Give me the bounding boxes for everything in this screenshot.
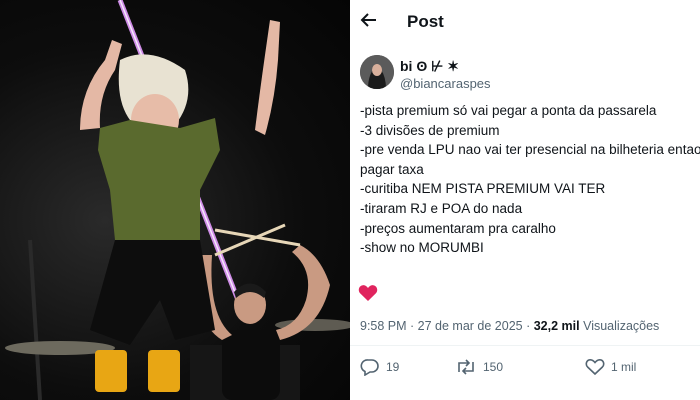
post-date[interactable]: 27 de mar de 2025 bbox=[418, 319, 523, 333]
repost-count: 150 bbox=[483, 360, 504, 374]
like-count: 1 mil bbox=[611, 360, 637, 374]
author-display-name[interactable]: bi ʘ ⊬ ✶ bbox=[400, 58, 459, 75]
like-icon bbox=[585, 358, 605, 376]
separator: · bbox=[406, 319, 418, 333]
post-time[interactable]: 9:58 PM bbox=[360, 319, 407, 333]
views-label: Visualizações bbox=[583, 319, 660, 333]
post-header: Post bbox=[350, 0, 700, 46]
post-line: -curitiba NEM PISTA PREMIUM VAI TER bbox=[360, 181, 606, 197]
repost-button[interactable]: 150 bbox=[455, 358, 503, 376]
post-text: -pista premium só vai pegar a ponta da p… bbox=[360, 101, 700, 258]
mic-stand bbox=[28, 239, 42, 400]
post-metadata: 9:58 PM · 27 de mar de 2025 · 32,2 mil V… bbox=[360, 319, 659, 333]
post-line: -pista premium só vai pegar a ponta da p… bbox=[360, 103, 657, 118]
post-panel: Post bi ʘ ⊬ ✶ @biancaraspes -pista premi… bbox=[350, 0, 700, 400]
views-count: 32,2 mil bbox=[533, 319, 580, 333]
concert-illustration bbox=[5, 0, 350, 400]
repost-icon bbox=[455, 358, 477, 376]
post-line: -pre venda LPU nao vai ter presencial na… bbox=[360, 142, 700, 158]
author-handle[interactable]: @biancaraspes bbox=[400, 76, 491, 91]
avatar[interactable] bbox=[360, 55, 394, 89]
divider bbox=[350, 345, 700, 346]
reply-count: 19 bbox=[386, 360, 400, 374]
post-line: -tiraram RJ e POA do nada bbox=[360, 200, 523, 216]
like-button[interactable]: 1 mil bbox=[585, 358, 636, 376]
reply-icon bbox=[360, 358, 380, 376]
arrow-left-icon[interactable] bbox=[358, 10, 380, 32]
page-title: Post bbox=[407, 12, 444, 31]
concert-photo bbox=[0, 0, 350, 400]
post-line: -3 divisões de premium bbox=[360, 122, 500, 138]
separator: · bbox=[522, 319, 534, 333]
heart-icon bbox=[358, 284, 380, 304]
post-line: -show no MORUMBI bbox=[360, 240, 484, 256]
action-bar: 19 150 1 mil bbox=[350, 352, 700, 382]
reply-button[interactable]: 19 bbox=[360, 358, 399, 376]
screenshot-composite: Post bi ʘ ⊬ ✶ @biancaraspes -pista premi… bbox=[0, 0, 700, 400]
post-line: pagar taxa bbox=[360, 161, 424, 177]
post-line: -preços aumentaram pra caralho bbox=[360, 220, 556, 236]
